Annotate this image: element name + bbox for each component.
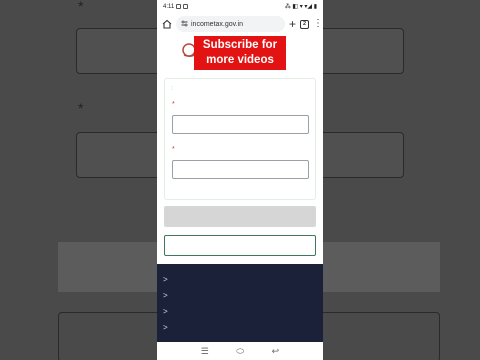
notification-icon (176, 4, 182, 9)
site-info-icon[interactable] (181, 20, 188, 29)
background-blur-right (310, 0, 480, 360)
submit-button-disabled[interactable]: · (164, 206, 316, 227)
home-nav-icon[interactable]: ⬭ (236, 346, 244, 357)
footer-link-1[interactable]: > (163, 272, 313, 286)
bg-field-1 (310, 28, 404, 74)
chevron-right-icon: > (163, 290, 168, 300)
bg-required-marker: * (78, 0, 84, 14)
back-icon[interactable]: ↩ (272, 346, 280, 357)
secondary-outline-button[interactable] (164, 235, 316, 256)
bg-button-band (58, 242, 170, 292)
chevron-right-icon: > (163, 306, 168, 316)
phone-screen: 4:11 ⁂ ◧ ▾ ▾◢ ▮ incometax.gov.in + 2 ⋮ S… (157, 0, 323, 360)
recents-icon[interactable]: ☰ (201, 346, 209, 357)
button-dot: · (238, 213, 242, 220)
form-hint-marker: : (171, 85, 173, 92)
bg-outline-button (310, 312, 440, 360)
site-header: Subscribe for more videos (157, 35, 323, 73)
home-icon[interactable] (161, 19, 172, 30)
bg-button-band (310, 242, 440, 292)
bg-field-2 (310, 132, 404, 178)
footer-link-3[interactable]: > (163, 304, 313, 318)
footer-link-4[interactable]: > (163, 320, 313, 334)
chevron-right-icon: > (163, 322, 168, 332)
required-marker: * (172, 101, 175, 108)
screenshot-stage: * * 4:11 ⁂ ◧ ▾ ▾◢ ▮ incometax.gov.in + 2… (0, 0, 480, 360)
subscribe-overlay-banner: Subscribe for more videos (194, 36, 286, 70)
bg-required-marker: * (78, 100, 84, 116)
bg-outline-button (58, 312, 170, 360)
tab-switcher-icon[interactable]: 2 (300, 19, 309, 29)
gallery-icon (183, 4, 189, 9)
browser-toolbar: incometax.gov.in + 2 ⋮ (157, 13, 323, 35)
address-bar[interactable]: incometax.gov.in (176, 16, 285, 32)
bg-field-1 (76, 28, 170, 74)
chevron-right-icon: > (163, 274, 168, 284)
background-blur-left: * * (0, 0, 170, 360)
new-tab-icon[interactable]: + (289, 18, 296, 30)
site-footer: > > > > (157, 264, 323, 342)
footer-link-2[interactable]: > (163, 288, 313, 302)
login-form-card: : * * (164, 78, 316, 200)
bg-field-2 (76, 132, 170, 178)
required-marker: * (172, 146, 175, 153)
status-icons: ⁂ ◧ ▾ ▾◢ ▮ (284, 4, 317, 10)
more-menu-icon[interactable]: ⋮ (313, 19, 323, 29)
url-text: incometax.gov.in (191, 20, 244, 28)
input-field-2[interactable] (172, 160, 309, 179)
status-left: 4:11 (163, 3, 189, 10)
status-bar: 4:11 ⁂ ◧ ▾ ▾◢ ▮ (157, 0, 323, 13)
android-nav-bar: ☰ ⬭ ↩ (157, 342, 323, 360)
status-time: 4:11 (163, 3, 175, 10)
input-field-1[interactable] (172, 115, 309, 134)
